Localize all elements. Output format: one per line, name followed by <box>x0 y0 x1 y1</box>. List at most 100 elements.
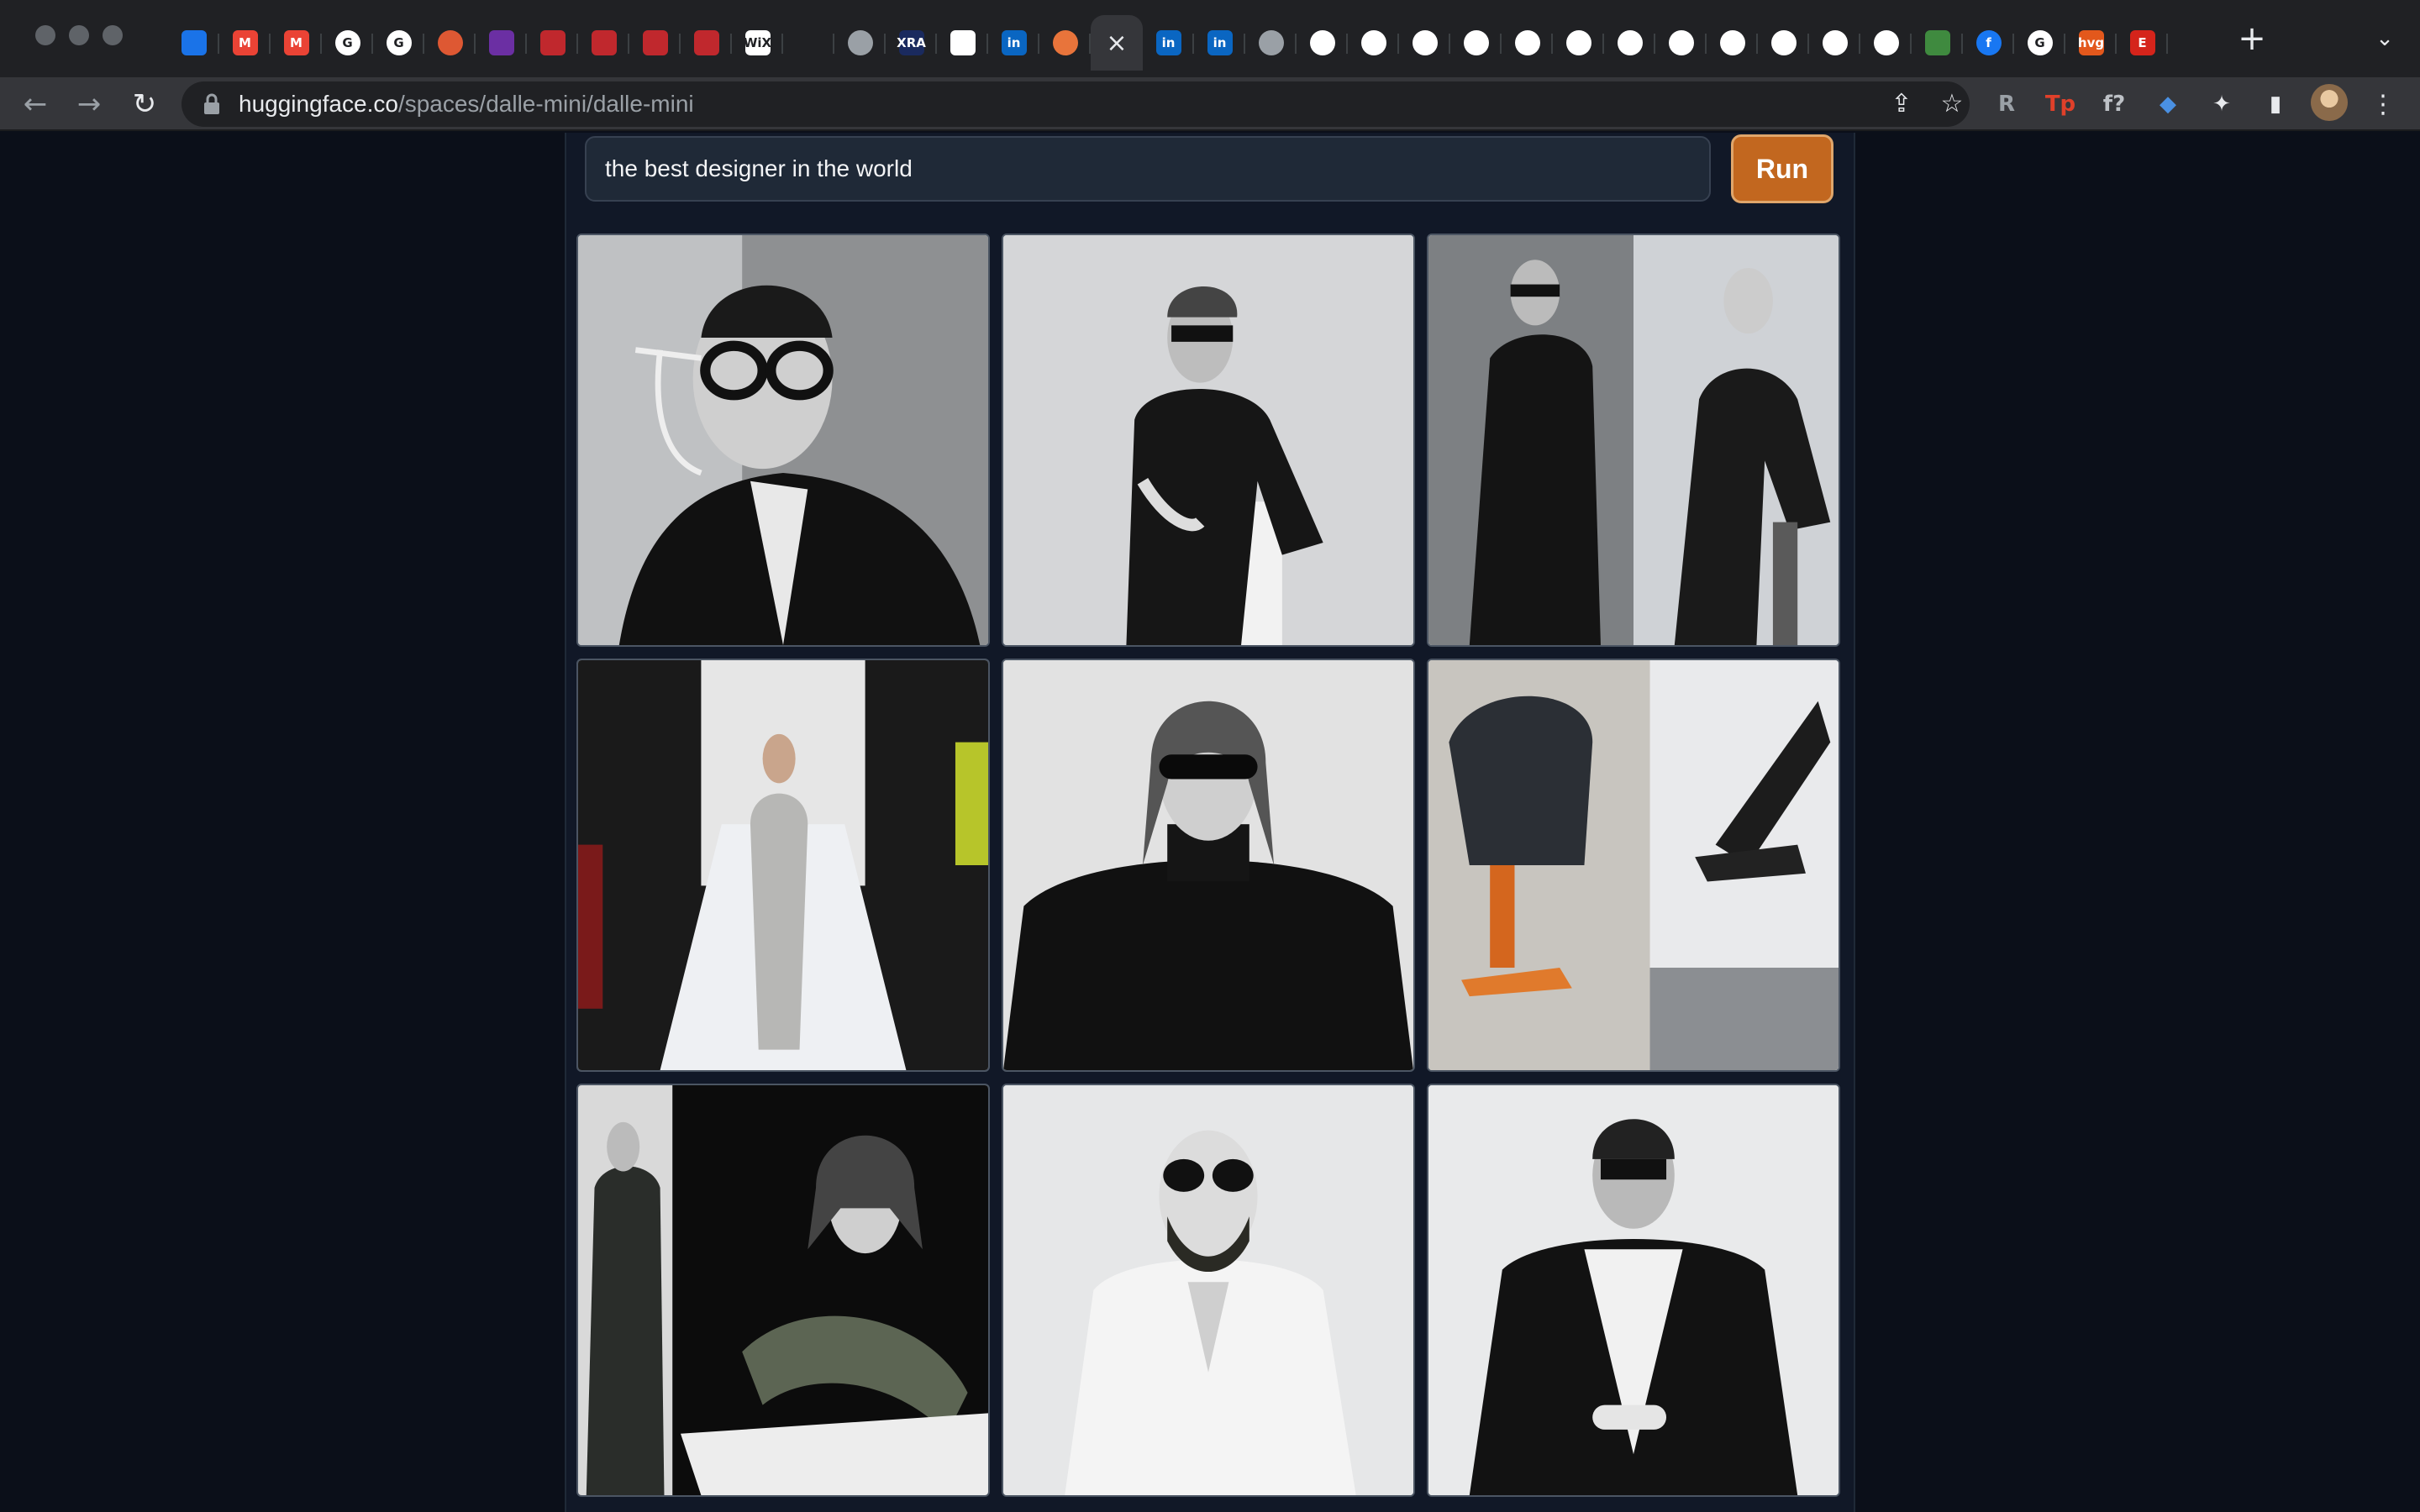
gear-icon <box>1668 30 1694 55</box>
browser-tab[interactable] <box>527 15 578 71</box>
generated-image-4[interactable] <box>576 659 990 1072</box>
tab-search-button[interactable]: ⌄ <box>2368 22 2402 55</box>
forward-button[interactable]: → <box>71 86 108 123</box>
gem-icon[interactable]: ◆ <box>2151 87 2185 121</box>
pin-icon <box>591 30 617 55</box>
generated-image-9[interactable] <box>1427 1084 1840 1497</box>
browser-tab[interactable] <box>168 15 219 71</box>
browser-tab[interactable]: in <box>1143 15 1194 71</box>
browser-tab[interactable]: G <box>322 15 373 71</box>
browser-tab[interactable] <box>1912 15 1963 71</box>
browser-tab[interactable]: hvg <box>2065 15 2117 71</box>
url-text[interactable]: huggingface.co/spaces/dalle-mini/dalle-m… <box>239 81 694 127</box>
readwise-icon[interactable]: R <box>1990 87 2023 121</box>
browser-tab[interactable]: × <box>1091 15 1143 71</box>
duckduckgo-icon <box>437 30 463 55</box>
close-window-button[interactable] <box>35 25 55 45</box>
url-host: huggingface.co <box>239 91 398 117</box>
generated-image-2[interactable] <box>1002 234 1415 647</box>
browser-tab[interactable]: G <box>2014 15 2065 71</box>
gear-icon <box>1463 30 1489 55</box>
browser-tab[interactable]: XRA <box>886 15 937 71</box>
browser-tab[interactable] <box>1655 15 1707 71</box>
generated-image-7[interactable] <box>576 1084 990 1497</box>
minimize-window-button[interactable] <box>69 25 89 45</box>
browser-tab[interactable] <box>1502 15 1553 71</box>
browser-tab[interactable] <box>681 15 732 71</box>
gmail-icon: M <box>232 30 258 55</box>
browser-tab[interactable]: WiX <box>732 15 783 71</box>
gear-icon <box>1412 30 1438 55</box>
browser-tab[interactable]: f <box>1963 15 2014 71</box>
browser-tab[interactable] <box>1553 15 1604 71</box>
lock-icon[interactable] <box>202 92 222 116</box>
browser-tab[interactable]: E <box>2117 15 2168 71</box>
browser-tab[interactable]: M <box>271 15 322 71</box>
browser-toolbar: ← → ↻ huggingface.co/spaces/dalle-mini/d… <box>0 77 2420 131</box>
browser-menu-icon[interactable]: ⋮ <box>2366 87 2400 121</box>
browser-tab[interactable] <box>937 15 988 71</box>
share-icon[interactable]: ⇪ <box>1886 88 1918 120</box>
generated-image-6[interactable] <box>1427 659 1840 1072</box>
browser-tab[interactable] <box>1245 15 1297 71</box>
hvg-icon: hvg <box>2078 30 2104 55</box>
white-square-icon <box>950 30 976 55</box>
tp-icon[interactable]: Tp <box>2044 87 2077 121</box>
zoom-window-button[interactable] <box>103 25 123 45</box>
close-icon: × <box>1106 28 1128 58</box>
browser-tab[interactable]: in <box>1194 15 1245 71</box>
pin-icon <box>539 30 566 55</box>
back-button[interactable]: ← <box>17 86 54 123</box>
browser-tab[interactable] <box>1860 15 1912 71</box>
blank-icon <box>797 30 822 55</box>
generated-image-1[interactable] <box>576 234 990 647</box>
google-icon: G <box>334 30 360 55</box>
browser-tab[interactable] <box>1604 15 1655 71</box>
generated-image-5[interactable] <box>1002 659 1415 1072</box>
wix-icon: WiX <box>744 30 771 55</box>
plant-icon <box>488 30 514 55</box>
browser-tab[interactable] <box>1348 15 1399 71</box>
puzzle-icon[interactable]: ✦ <box>2205 87 2238 121</box>
sidepanel-icon[interactable]: ▮ <box>2259 87 2292 121</box>
browser-tab[interactable] <box>1758 15 1809 71</box>
bookmark-star-icon[interactable]: ☆ <box>1936 88 1968 120</box>
formula-icon[interactable]: f? <box>2097 87 2131 121</box>
prompt-input[interactable]: the best designer in the world <box>585 136 1711 202</box>
browser-tab[interactable] <box>1399 15 1450 71</box>
google-icon: G <box>2027 30 2053 55</box>
browser-tab[interactable] <box>834 15 886 71</box>
browser-tab[interactable] <box>578 15 629 71</box>
browser-tab[interactable] <box>476 15 527 71</box>
browser-tab[interactable] <box>1707 15 1758 71</box>
run-button[interactable]: Run <box>1731 134 1833 203</box>
reload-button[interactable]: ↻ <box>126 86 163 123</box>
browser-tab[interactable] <box>783 15 834 71</box>
google-icon: G <box>386 30 412 55</box>
browser-tab[interactable] <box>1297 15 1348 71</box>
new-tab-button[interactable]: + <box>2235 22 2269 55</box>
profile-avatar[interactable] <box>2311 84 2348 121</box>
gear-icon <box>1514 30 1540 55</box>
generated-image-8[interactable] <box>1002 1084 1415 1497</box>
gear-icon <box>1617 30 1643 55</box>
generated-image-3[interactable] <box>1427 234 1840 647</box>
browser-tab[interactable] <box>1809 15 1860 71</box>
gmail-icon: M <box>283 30 309 55</box>
linkedin-icon: in <box>1207 30 1233 55</box>
browser-tab[interactable]: M <box>219 15 271 71</box>
browser-tab[interactable]: in <box>988 15 1039 71</box>
github-icon <box>1873 30 1899 55</box>
browser-tab[interactable] <box>629 15 681 71</box>
browser-tab[interactable] <box>1039 15 1091 71</box>
gear-icon <box>1565 30 1591 55</box>
globe-icon <box>1258 30 1284 55</box>
browser-tab[interactable] <box>1450 15 1502 71</box>
address-bar[interactable]: huggingface.co/spaces/dalle-mini/dalle-m… <box>182 81 1970 127</box>
gear-icon <box>1770 30 1797 55</box>
browser-tab[interactable] <box>424 15 476 71</box>
browser-tab[interactable]: G <box>373 15 424 71</box>
gear-icon <box>1719 30 1745 55</box>
facebook-icon: f <box>1975 30 2002 55</box>
etsy-icon: E <box>2129 30 2155 55</box>
